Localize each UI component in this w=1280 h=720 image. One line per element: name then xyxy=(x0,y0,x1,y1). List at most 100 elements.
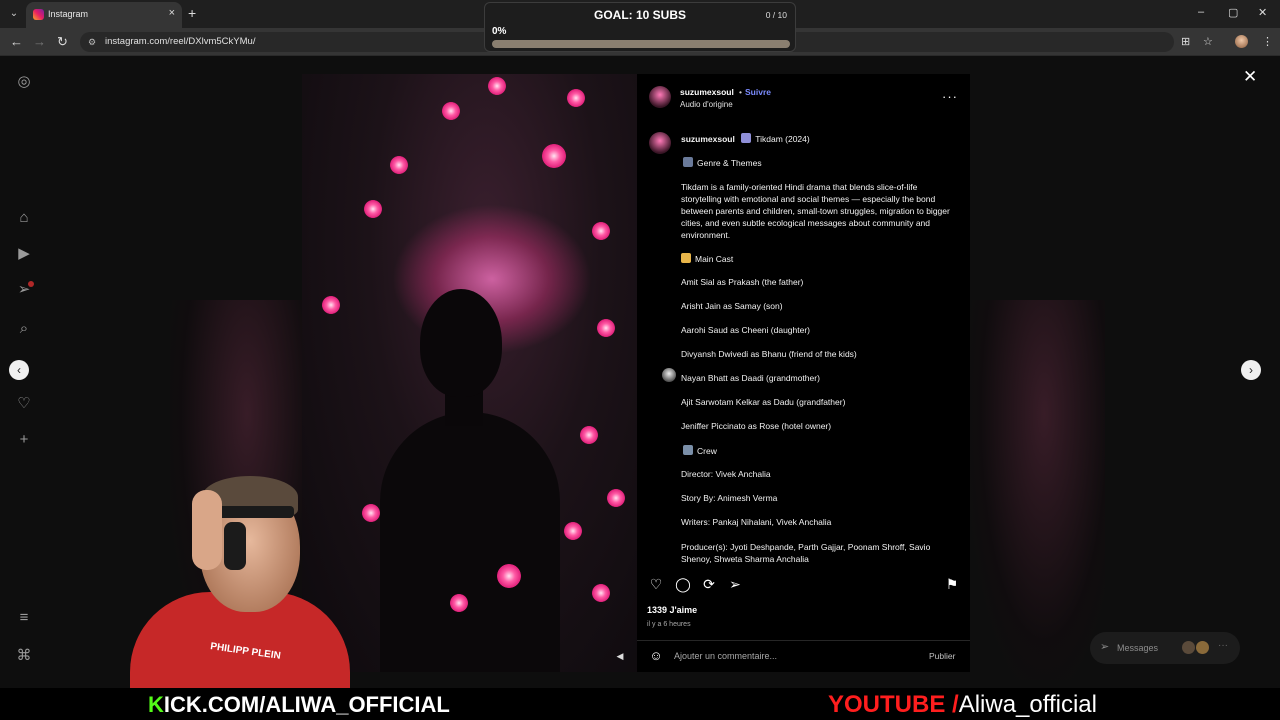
messages-label: Messages xyxy=(1117,643,1159,653)
people-emoji-icon xyxy=(681,253,691,263)
cast-item: Jeniffer Piccinato as Rose (hotel owner) xyxy=(681,421,832,431)
bookmark-star-icon[interactable]: ☆ xyxy=(1203,35,1213,48)
repost-icon[interactable]: ⟳ xyxy=(700,575,718,593)
flower xyxy=(597,319,615,337)
maximize-button[interactable]: ▢ xyxy=(1228,6,1238,19)
flower xyxy=(450,594,468,612)
more-menu-icon[interactable]: ≡ xyxy=(12,606,36,630)
next-post-button[interactable]: › xyxy=(1241,360,1261,380)
flower xyxy=(592,222,610,240)
goal-percent: 0% xyxy=(492,26,507,37)
profile-avatar[interactable] xyxy=(1235,35,1248,48)
message-avatar xyxy=(1196,641,1209,654)
cast-heading-line: Main Cast xyxy=(681,253,733,264)
youtube-handle: Aliwa_official xyxy=(958,691,1097,718)
back-arrow-icon[interactable]: ← xyxy=(10,34,23,49)
flower xyxy=(592,584,610,602)
notification-badge xyxy=(28,281,34,287)
instagram-favicon-icon xyxy=(33,9,44,20)
film-emoji-icon xyxy=(683,157,693,167)
more-icon: ··· xyxy=(1218,640,1228,651)
caption-avatar[interactable] xyxy=(649,132,671,154)
minimize-button[interactable]: – xyxy=(1198,6,1204,18)
create-icon[interactable]: + xyxy=(12,428,36,452)
message-avatar xyxy=(1182,641,1195,654)
crew-heading: Crew xyxy=(697,446,717,456)
flower xyxy=(607,489,625,507)
like-heart-icon[interactable]: ♡ xyxy=(647,575,665,593)
comment-bar: ☺ Ajouter un commentaire... Publier xyxy=(637,640,970,672)
flower xyxy=(442,102,460,120)
kick-link-text: KICK.COM/ALIWA_OFFICIAL xyxy=(148,692,450,718)
flower xyxy=(497,564,521,588)
close-window-button[interactable]: ✕ xyxy=(1258,6,1267,19)
commenter-avatar[interactable] xyxy=(662,368,676,382)
audio-label[interactable]: Audio d'origine xyxy=(680,100,733,109)
new-tab-button[interactable]: + xyxy=(188,5,196,21)
messages-button[interactable]: ➢ Messages ··· xyxy=(1090,632,1240,664)
kick-url: ICK.COM/ALIWA_OFFICIAL xyxy=(163,692,450,717)
crew-item: Story By: Animesh Verma xyxy=(681,493,778,503)
reels-icon[interactable]: ▶ xyxy=(12,242,36,266)
goal-count: 0 / 10 xyxy=(765,10,787,20)
silhouette-body xyxy=(380,412,560,672)
instagram-logo-icon[interactable]: ◎ xyxy=(12,70,36,94)
cast-item: Nayan Bhatt as Daadi (grandmother) xyxy=(681,373,820,383)
tab-close-icon[interactable]: × xyxy=(169,7,175,19)
previous-post-button[interactable]: ‹ xyxy=(9,360,29,380)
crew-emoji-icon xyxy=(683,445,693,455)
publish-button[interactable]: Publier xyxy=(929,651,955,661)
reload-icon[interactable]: ↻ xyxy=(57,34,68,50)
url-text: instagram.com/reel/DXlvm5CkYMu/ xyxy=(105,36,256,47)
flower xyxy=(364,200,382,218)
browser-menu-icon[interactable]: ⋮ xyxy=(1262,35,1273,48)
flower xyxy=(580,426,598,444)
author-username[interactable]: suzumexsoul xyxy=(680,87,734,97)
genre-heading-line: Genre & Themes xyxy=(681,157,762,168)
youtube-link-text: YOUTUBE /Aliwa_official xyxy=(828,691,1097,719)
kick-logo-letter: K xyxy=(148,692,164,717)
cast-item: Arisht Jain as Samay (son) xyxy=(681,301,783,311)
caption-summary: Tikdam is a family-oriented Hindi drama … xyxy=(681,182,950,240)
mute-toggle-icon[interactable]: ◀ xyxy=(613,649,627,663)
save-bookmark-icon[interactable]: ⚑ xyxy=(943,575,961,593)
tab-search-icon[interactable]: ⌄ xyxy=(6,6,22,22)
crew-heading-line: Crew xyxy=(681,445,717,456)
tab-title: Instagram xyxy=(48,9,89,19)
silhouette-head xyxy=(420,289,502,397)
caption-username[interactable]: suzumexsoul xyxy=(681,134,735,144)
background-artwork-right xyxy=(970,300,1105,680)
stream-banner: KICK.COM/ALIWA_OFFICIAL YOUTUBE /Aliwa_o… xyxy=(0,688,1280,720)
post-panel: suzumexsoul • Suivre Audio d'origine ···… xyxy=(637,74,970,672)
crew-item: Director: Vivek Anchalia xyxy=(681,469,771,479)
separator-dot: • xyxy=(739,87,742,97)
follow-button[interactable]: Suivre xyxy=(745,87,771,97)
share-icon[interactable]: ➢ xyxy=(726,575,744,593)
notifications-heart-icon[interactable]: ♡ xyxy=(12,392,36,416)
flower xyxy=(390,156,408,174)
cast-item: Ajit Sarwotam Kelkar as Dadu (grandfathe… xyxy=(681,397,846,407)
comment-icon[interactable]: ◯ xyxy=(674,575,692,593)
flower xyxy=(322,296,340,314)
forward-arrow-icon[interactable]: → xyxy=(33,34,46,49)
flower xyxy=(542,144,566,168)
install-app-icon[interactable]: ⊞ xyxy=(1181,35,1190,48)
clapperboard-emoji-icon xyxy=(741,133,752,143)
close-modal-icon[interactable]: ✕ xyxy=(1243,67,1257,87)
author-avatar[interactable] xyxy=(649,86,671,108)
browser-tab[interactable]: Instagram × xyxy=(26,2,182,28)
site-info-icon[interactable]: ⚙ xyxy=(88,37,98,47)
messages-icon: ➢ xyxy=(1100,641,1110,653)
genre-heading: Genre & Themes xyxy=(697,158,762,168)
more-options-icon[interactable]: ··· xyxy=(942,89,958,104)
goal-progress-bar xyxy=(492,40,790,48)
cast-item: Divyansh Dwivedi as Bhanu (friend of the… xyxy=(681,349,857,359)
headset xyxy=(224,522,246,570)
search-icon[interactable]: ⌕ xyxy=(12,317,36,341)
caption-title: Tikdam (2024) xyxy=(755,134,810,144)
home-icon[interactable]: ⌂ xyxy=(12,206,36,230)
meta-icon[interactable]: ⌘ xyxy=(12,644,36,668)
emoji-picker-icon[interactable]: ☺ xyxy=(648,648,664,664)
like-count[interactable]: 1339 J'aime xyxy=(647,605,697,615)
comment-input[interactable]: Ajouter un commentaire... xyxy=(674,651,777,661)
